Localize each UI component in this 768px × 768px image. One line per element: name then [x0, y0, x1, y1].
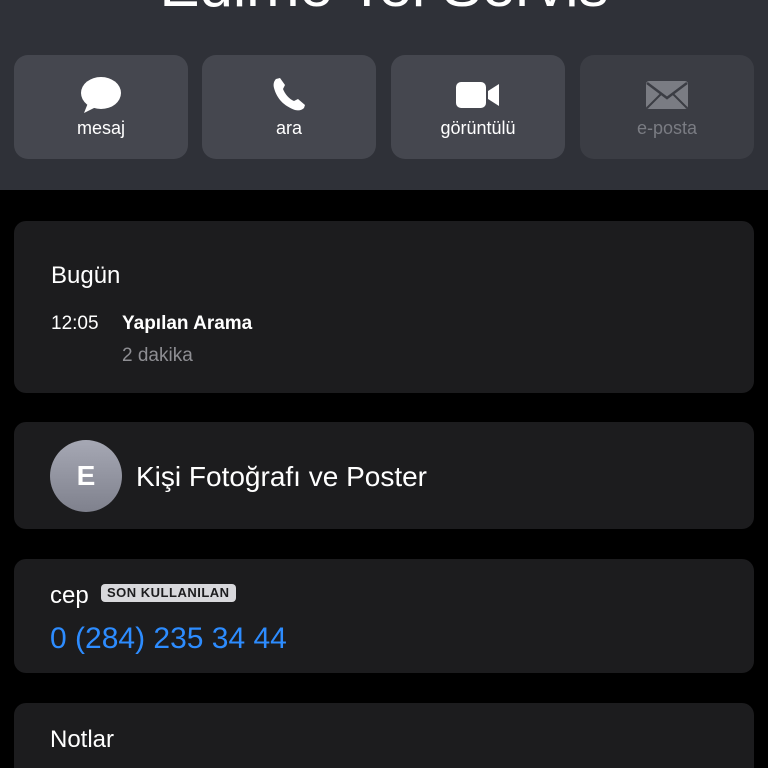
- envelope-icon: [580, 75, 754, 115]
- phone-number-link[interactable]: 0 (284) 235 34 44: [50, 621, 287, 657]
- call-label: ara: [275, 118, 302, 138]
- phone-number-card[interactable]: cep SON KULLANILAN 0 (284) 235 34 44: [14, 559, 754, 673]
- photo-poster-label: Kişi Fotoğrafı ve Poster: [136, 461, 428, 492]
- video-camera-icon: [391, 75, 565, 115]
- message-button[interactable]: mesaj: [14, 55, 188, 159]
- phone-icon: [202, 75, 376, 115]
- video-button[interactable]: görüntülü: [391, 55, 565, 159]
- call-button[interactable]: ara: [202, 55, 376, 159]
- call-duration: 2 dakika: [122, 345, 193, 366]
- recent-calls-card[interactable]: Bugün 12:05 Yapılan Arama 2 dakika: [14, 221, 754, 393]
- contact-photo-poster-row[interactable]: E Kişi Fotoğrafı ve Poster: [14, 422, 754, 529]
- contact-detail-screen: Edirne Tel Servis mesaj ara: [0, 0, 768, 768]
- call-time: 12:05: [51, 313, 99, 334]
- avatar: E: [50, 440, 122, 512]
- call-type: Yapılan Arama: [122, 313, 253, 334]
- notes-card[interactable]: Notlar: [14, 703, 754, 768]
- quick-actions: mesaj ara görüntülü e-posta: [14, 55, 754, 159]
- contact-name: Edirne Tel Servis: [0, 0, 768, 16]
- message-label: mesaj: [76, 118, 125, 138]
- message-bubble-icon: [14, 75, 188, 115]
- email-button[interactable]: e-posta: [580, 55, 754, 159]
- notes-heading: Notlar: [50, 726, 115, 753]
- recents-date-heading: Bugün: [51, 262, 121, 289]
- contact-header: Edirne Tel Servis mesaj ara: [0, 0, 768, 190]
- phone-label: cep: [50, 582, 89, 609]
- email-label: e-posta: [636, 118, 698, 138]
- recently-used-badge: SON KULLANILAN: [101, 584, 236, 602]
- video-label: görüntülü: [440, 118, 516, 138]
